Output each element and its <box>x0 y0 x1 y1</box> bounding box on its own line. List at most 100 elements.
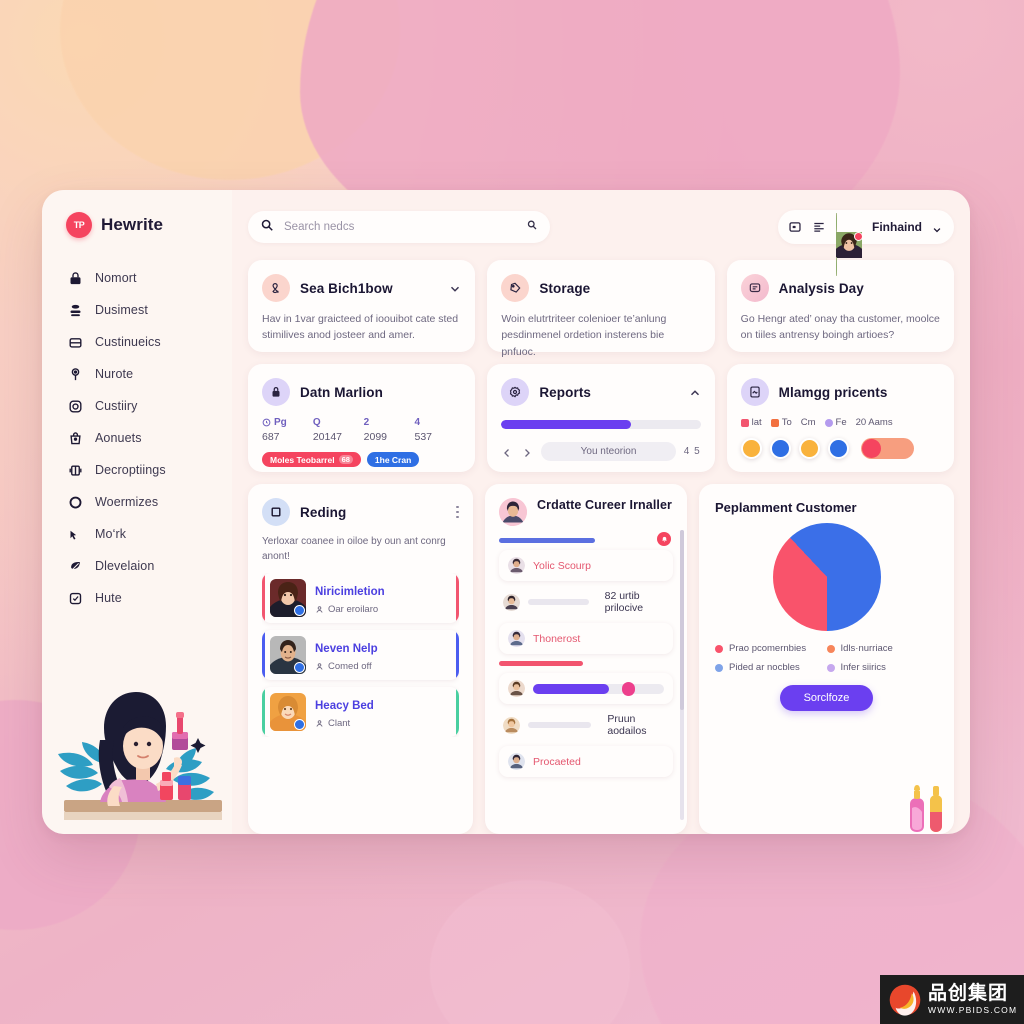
user-icon <box>315 662 324 671</box>
card-data-marlion[interactable]: Datn Marlion Pg 687 Q 20147 2 2099 4 537… <box>248 364 476 472</box>
list-item[interactable]: Yolic Scourp <box>499 550 673 581</box>
status-badge[interactable]: 1he Cran <box>366 452 420 467</box>
sidebar-item-dusimest[interactable]: Dusimest <box>42 294 232 326</box>
sidebar-item-dlevelaion[interactable]: Dlevelaion <box>42 550 232 582</box>
more-vertical-icon[interactable] <box>456 505 459 519</box>
slider-knob[interactable] <box>622 681 636 696</box>
legend-item[interactable]: Pided ar nocbles <box>715 662 827 673</box>
search-small-icon[interactable] <box>526 218 538 236</box>
legend-swatch <box>715 663 723 672</box>
username-label: Finhaind <box>872 220 922 234</box>
card-reding[interactable]: Reding Yerloxar coanee in oiloe by oun a… <box>248 484 473 834</box>
color-swatch[interactable] <box>769 438 791 459</box>
chevron-down-icon[interactable] <box>932 222 942 233</box>
card-header: Crdatte Cureer Irnaller <box>499 498 673 526</box>
sidebar-item-decroptiings[interactable]: Decroptiings <box>42 454 232 486</box>
legend-item[interactable]: Infer siirics <box>826 662 939 673</box>
search-input[interactable] <box>284 221 516 233</box>
toggle-switch[interactable] <box>860 438 914 459</box>
sidebar-item-label: Dlevelaion <box>95 559 155 573</box>
list-item[interactable]: Procaeted <box>499 746 673 777</box>
card-storage[interactable]: Storage Woin elutrtriteer colenioer te’a… <box>487 260 715 358</box>
chevron-down-icon[interactable] <box>449 282 461 294</box>
panel-icon[interactable] <box>788 220 802 234</box>
legend-item[interactable]: Prao pcomernbies <box>715 643 827 654</box>
card-peplamment-customer[interactable]: Peplamment Customer Prao pcomernbies Idl… <box>699 484 954 834</box>
sidebar-item-label: Custinueics <box>95 335 161 349</box>
list-item[interactable]: Heacy Bed Clant <box>262 687 459 737</box>
slider[interactable] <box>533 681 664 696</box>
card-header: Mlamgg pricents <box>740 378 940 406</box>
sidebar-item-label: Hute <box>95 591 122 605</box>
status-badge[interactable]: Moles Teobarrel 68 <box>262 452 361 467</box>
sidebar-item-label: Custiiry <box>95 399 138 413</box>
scrollbar-thumb[interactable] <box>680 530 684 710</box>
card-description: Woin elutrtriteer colenioer te’anlung pe… <box>501 313 667 358</box>
avatar[interactable] <box>836 213 863 276</box>
chip-item[interactable]: Fe <box>824 417 847 428</box>
list-item-subtitle: Comed off <box>315 661 378 672</box>
sidebar-item-custinueics[interactable]: Custinueics <box>42 326 232 358</box>
chevron-right-icon[interactable] <box>521 446 533 458</box>
chip-swatch <box>824 418 833 427</box>
list-item[interactable]: Neven Nelp Comed off <box>262 630 459 680</box>
list-item[interactable]: Niricimletion Oar eroilaro <box>262 573 459 623</box>
sidebar-item-nurote[interactable]: Nurote <box>42 358 232 390</box>
pin-icon <box>68 367 83 382</box>
legend-label: Prao pcomernbies <box>729 643 807 654</box>
user-menu[interactable]: Finhaind <box>778 210 954 276</box>
leaf-icon <box>68 559 83 574</box>
chip-item[interactable]: lat <box>740 417 762 428</box>
list-item[interactable]: Pruun aodailos <box>499 711 673 739</box>
card-crdatte-cureer[interactable]: Crdatte Cureer Irnaller Yolic Scourp 82 … <box>485 484 687 834</box>
scrollbar[interactable] <box>680 530 684 820</box>
sidebar-item-hute[interactable]: Hute <box>42 582 232 614</box>
briefcase-icon <box>68 335 83 350</box>
pagination-pill[interactable]: You nteorion <box>541 442 676 461</box>
sidebar-item-aonuets[interactable]: Aonuets <box>42 422 232 454</box>
card-title: Mlamgg pricents <box>778 384 888 400</box>
row-topbar <box>499 661 583 666</box>
slider-row[interactable] <box>499 673 673 704</box>
card-analysis-day[interactable]: Analysis Day Go Hengr ated’ onay tha cus… <box>726 260 954 352</box>
chip-item[interactable]: To <box>770 417 792 428</box>
list-icon[interactable] <box>812 220 826 234</box>
sidebar: TP Hewrite Nomort Dusimest Custinueics N… <box>42 190 232 834</box>
clock-icon <box>262 418 271 427</box>
user-icon <box>315 605 324 614</box>
card-mlamgg-pricents[interactable]: Mlamgg pricents lat To Cm Fe 20 Aams <box>726 364 954 472</box>
progress-bar[interactable] <box>501 420 701 429</box>
color-swatch[interactable] <box>798 438 820 459</box>
pie-chart[interactable] <box>772 523 881 631</box>
chip-label: 20 Aams <box>855 417 893 428</box>
brand-logo[interactable]: TP Hewrite <box>42 212 232 238</box>
legend-item[interactable]: Idls·nurriace <box>826 643 939 654</box>
search-bar[interactable] <box>248 211 550 243</box>
card-title: Datn Marlion <box>300 384 383 400</box>
card-title: Reding <box>300 504 347 520</box>
people-list: Niricimletion Oar eroilaro Neven Nelp Co… <box>262 573 459 737</box>
list-item-label: 82 urtib prilocive <box>604 590 644 614</box>
card-reports[interactable]: Reports You nteorion 4 5 <box>487 364 715 472</box>
sidebar-item-custiiry[interactable]: Custiiry <box>42 390 232 422</box>
user-icon <box>315 719 324 728</box>
chevron-left-icon[interactable] <box>501 446 513 458</box>
list-item-subtitle: Clant <box>315 718 374 729</box>
sidebar-item-mork[interactable]: Mo‘rk <box>42 518 232 550</box>
chevron-up-icon[interactable] <box>689 386 701 398</box>
sidebar-item-nomort[interactable]: Nomort <box>42 262 232 294</box>
save-more-button[interactable]: Sorclfoze <box>779 685 874 711</box>
sidebar-item-label: Aonuets <box>95 431 142 445</box>
brand-name: Hewrite <box>101 215 164 234</box>
card-title: Crdatte Cureer Irnaller <box>537 498 672 512</box>
list-item[interactable]: 82 urtib prilocive <box>499 588 673 616</box>
sidebar-item-woermizes[interactable]: Woermizes <box>42 486 232 518</box>
cursor-icon <box>68 527 83 542</box>
color-swatch[interactable] <box>827 438 849 459</box>
list-item-sub-label: Comed off <box>328 660 372 672</box>
color-swatch[interactable] <box>740 438 762 459</box>
chip-item[interactable]: Cm <box>801 417 816 428</box>
card-sea-bichbow[interactable]: Sea Bich1bow Hav in 1var graicteed of io… <box>248 260 476 352</box>
list-item[interactable]: Thonerost <box>499 623 673 654</box>
sidebar-item-label: Nomort <box>95 271 137 285</box>
